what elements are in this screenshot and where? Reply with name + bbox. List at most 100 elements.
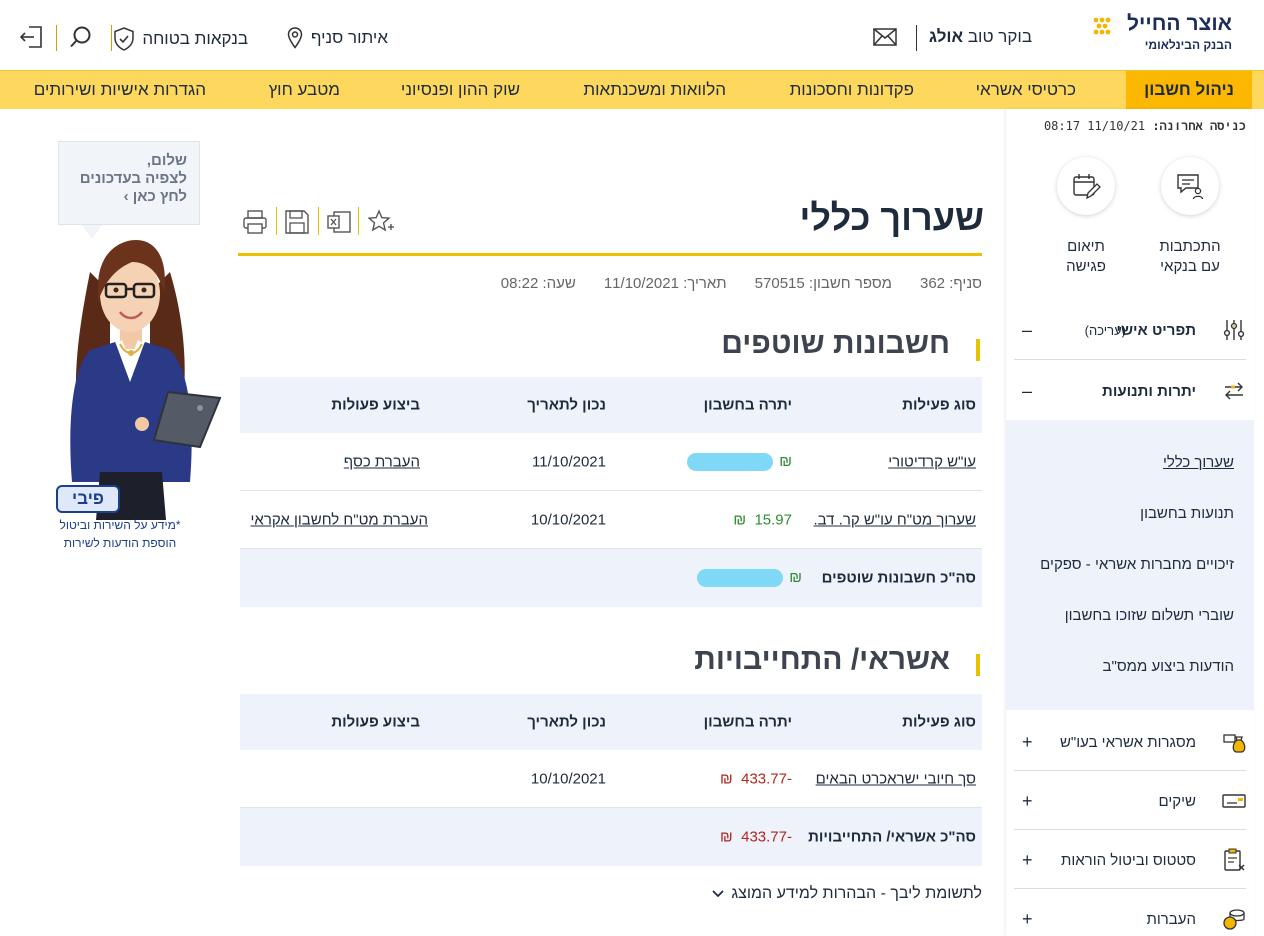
sidebar-item-label: מסגרות אשראי בעו"ש	[1059, 733, 1196, 751]
masked-amount	[697, 569, 784, 588]
action-link[interactable]: העברת כסף	[344, 453, 420, 470]
mail-icon[interactable]	[873, 28, 897, 46]
nav-item-personal-settings[interactable]: הגדרות אישיות ושירותים	[34, 71, 206, 109]
assistant-service-note[interactable]: *מידע על השירות וביטול הוספת הודעות לשיר…	[40, 516, 200, 552]
location-pin-icon	[287, 27, 303, 49]
top-header: אוצר החייל הבנק הבינלאומי בוקר טוב אולג …	[0, 0, 1264, 70]
total-value: ₪	[697, 569, 802, 588]
sidebar-item-personal-menu[interactable]: תפריט אישי (עריכה) –	[1006, 305, 1254, 355]
balances-submenu: שערוך כללי תנועות בחשבון זיכויים מחברות …	[1006, 420, 1254, 710]
table-row: סך חיובי ישראכרט הבאים -433.77 ₪ 10/10/2…	[240, 750, 982, 808]
header-balance: יתרה בחשבון	[703, 713, 792, 731]
nav-item-deposits-savings[interactable]: פקדונות וחסכונות	[790, 71, 914, 109]
header-as-of-date: נכון לתאריך	[527, 396, 606, 414]
nav-item-loans-mortgages[interactable]: הלוואות ומשכנתאות	[583, 71, 726, 109]
favorite-add-icon[interactable]	[368, 209, 394, 235]
collapse-icon[interactable]: –	[1022, 320, 1032, 341]
sidebar-item-balances-transactions[interactable]: יתרות ותנועות –	[1006, 366, 1254, 416]
submenu-item-credit-company-credits[interactable]: זיכויים מחברות אשראי - ספקים	[1040, 556, 1234, 573]
expand-icon[interactable]: +	[1022, 850, 1033, 871]
sidebar-item-label: שיקים	[1158, 792, 1196, 810]
quick-action-circle	[1161, 157, 1219, 215]
last-login: כניסה אחרונה: 11/10/21 08:17	[1044, 119, 1246, 134]
total-label: סה"כ חשבונות שוטפים	[821, 569, 976, 587]
submenu-item-payment-vouchers[interactable]: שוברי תשלום שזוכו בחשבון	[1065, 607, 1234, 624]
submenu-item-account-transactions[interactable]: תנועות בחשבון	[1140, 505, 1234, 522]
user-greeting: בוקר טוב אולג	[929, 27, 1032, 47]
nav-item-capital-market-pension[interactable]: שוק ההון ופנסיוני	[401, 71, 520, 109]
sidebar-divider	[1014, 829, 1246, 830]
clipboard-cancel-icon	[1224, 848, 1245, 871]
shield-check-icon	[114, 27, 135, 51]
assistant-name-badge[interactable]: פיבי	[56, 485, 120, 513]
assistant-avatar-illustration[interactable]	[50, 232, 226, 520]
assistant-speech-bubble[interactable]: שלום, לצפיה בעדכונים לחץ כאן ›	[58, 141, 200, 225]
header-as-of-date: נכון לתאריך	[527, 713, 606, 731]
sidebar-item-checks[interactable]: שיקים +	[1006, 776, 1254, 826]
header-activity-type: סוג פעילות	[902, 713, 976, 731]
save-icon[interactable]	[284, 209, 310, 235]
header-separator	[111, 25, 112, 51]
nav-item-foreign-currency[interactable]: מטבע חוץ	[269, 71, 340, 109]
as-of-date: 10/10/2021	[530, 511, 606, 528]
as-of-date: 11/10/2021	[532, 453, 606, 470]
activity-type-link[interactable]: שערוך מט"ח עו"ש קר. דב.	[813, 511, 976, 528]
account-number-info: מספר חשבון: 570515	[754, 275, 892, 292]
branch-locator-link[interactable]: איתור סניף	[287, 27, 388, 49]
disclaimer-label: לתשומת ליבך - הבהרות למידע המוצג	[731, 885, 982, 902]
nav-item-credit-cards[interactable]: כרטיסי אשראי	[976, 71, 1076, 109]
toolbar-separator	[276, 207, 277, 235]
disclaimer-toggle[interactable]: לתשומת ליבך - הבהרות למידע המוצג	[711, 885, 982, 903]
table-total-row: סה"כ אשראי/ התחייבויות -433.77 ₪	[240, 808, 982, 866]
expand-icon[interactable]: +	[1022, 732, 1033, 753]
expand-icon[interactable]: +	[1022, 909, 1033, 930]
quick-action-schedule-meeting[interactable]: תיאום פגישה	[1046, 157, 1126, 277]
quick-action-chat-banker[interactable]: התכתבות עם בנקאי	[1150, 157, 1230, 277]
activity-type-link[interactable]: עו"ש קרדיטורי	[888, 453, 976, 470]
coins-transfer-icon	[1223, 909, 1245, 930]
search-icon[interactable]	[70, 26, 92, 48]
submenu-item-masav-notices[interactable]: הודעות ביצוע ממס"ב	[1103, 658, 1234, 675]
transfer-arrows-icon	[1225, 382, 1243, 400]
collapse-icon[interactable]: –	[1022, 381, 1032, 402]
sidebar-item-label: העברות	[1146, 910, 1196, 928]
header-activity-type: סוג פעילות	[902, 396, 976, 414]
as-of-date: 10/10/2021	[530, 770, 606, 787]
account-meta: סניף: 362 מספר חשבון: 570515 תאריך: 11/1…	[501, 275, 982, 292]
nav-item-account-management[interactable]: ניהול חשבון	[1126, 71, 1252, 109]
print-icon[interactable]	[242, 209, 268, 235]
export-excel-icon[interactable]	[326, 209, 352, 235]
bank-logo[interactable]: אוצר החייל הבנק הבינלאומי	[1082, 12, 1232, 56]
logo-mark-icon	[1093, 17, 1111, 35]
quick-action-label: תיאום פגישה	[1066, 238, 1106, 275]
money-bag-icon	[1223, 734, 1246, 753]
user-name: אולג	[928, 27, 964, 46]
branch-info: סניף: 362	[920, 275, 982, 292]
masked-amount	[687, 452, 774, 471]
secure-banking-link[interactable]: בנקאות בטוחה	[114, 27, 248, 51]
secure-banking-label: בנקאות בטוחה	[142, 29, 248, 48]
activity-type-link[interactable]: סך חיובי ישראכרט הבאים	[816, 770, 976, 787]
sidebar-item-instruction-status[interactable]: סטטוס וביטול הוראות +	[1006, 835, 1254, 885]
expand-icon[interactable]: +	[1022, 791, 1033, 812]
chat-banker-icon	[1177, 174, 1204, 200]
table-header: סוג פעילות יתרה בחשבון נכון לתאריך ביצוע…	[240, 377, 982, 433]
submenu-item-general-revaluation[interactable]: שערוך כללי	[1163, 454, 1234, 471]
quick-action-circle	[1057, 157, 1115, 215]
greeting-prefix: בוקר טוב	[967, 27, 1032, 46]
personal-menu-edit-link[interactable]: (עריכה)	[1085, 323, 1126, 338]
logout-icon[interactable]	[20, 26, 42, 48]
action-link[interactable]: העברת מט"ח לחשבון אקראי	[251, 511, 428, 528]
sidebar-item-label: יתרות ותנועות	[1102, 382, 1196, 400]
sidebar-item-transfers[interactable]: העברות +	[1006, 894, 1254, 936]
calendar-edit-icon	[1073, 174, 1101, 200]
total-value: -433.77 ₪	[720, 828, 792, 846]
logo-name: אוצר החייל	[1127, 12, 1232, 35]
header-actions: ביצוע פעולות	[331, 713, 420, 731]
header-separator	[56, 25, 57, 51]
sidebar-item-label: תפריט אישי	[1116, 321, 1196, 339]
sidebar-item-credit-lines[interactable]: מסגרות אשראי בעו"ש +	[1006, 717, 1254, 767]
branch-locator-label: איתור סניף	[310, 28, 388, 47]
last-login-time: 08:17	[1043, 119, 1081, 133]
header-actions: ביצוע פעולות	[331, 396, 420, 414]
